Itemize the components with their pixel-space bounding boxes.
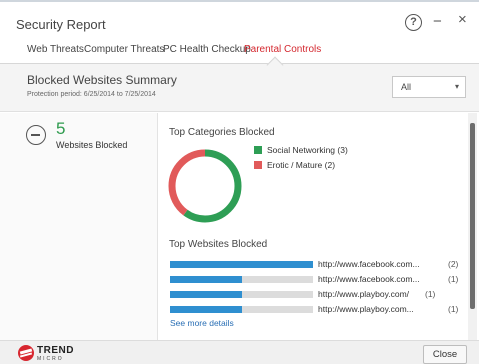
website-bar-fill <box>170 291 242 298</box>
content-scrollbar[interactable] <box>468 113 477 340</box>
websites-heading: Top Websites Blocked <box>169 239 268 250</box>
help-icon[interactable]: ? <box>405 14 422 31</box>
website-url: http://www.facebook.com... <box>318 274 420 284</box>
block-icon <box>26 125 46 145</box>
website-bar-track <box>170 261 313 268</box>
minimize-button[interactable]: − <box>433 13 442 30</box>
legend-swatch <box>254 161 262 169</box>
website-count: (1) <box>448 274 459 284</box>
tab-bar: Web Threats Computer Threats PC Health C… <box>0 38 479 64</box>
legend-swatch <box>254 146 262 154</box>
categories-heading: Top Categories Blocked <box>169 127 275 138</box>
website-bar-track <box>170 306 313 313</box>
legend-count: (2) <box>324 160 336 170</box>
filter-dropdown[interactable]: All ▾ <box>392 76 466 98</box>
categories-donut-chart <box>168 149 242 223</box>
website-count: (1) <box>425 289 436 299</box>
security-report-window: Security Report ? − × Web Threats Comput… <box>0 0 479 364</box>
scrollbar-thumb[interactable] <box>470 123 475 309</box>
footer: TREND MICRO Close <box>0 340 479 364</box>
website-url: http://www.playboy.com... <box>318 304 414 314</box>
tab-web-threats[interactable]: Web Threats <box>27 44 84 55</box>
legend-count: (3) <box>337 145 348 155</box>
categories-legend: Social Networking (3) Erotic / Mature (2… <box>254 146 348 176</box>
summary-header: Blocked Websites Summary Protection peri… <box>0 64 479 112</box>
website-row: http://www.facebook.com... (2) <box>170 259 468 271</box>
see-more-details-link[interactable]: See more details <box>170 318 234 328</box>
website-count: (1) <box>448 304 459 314</box>
website-url: http://www.facebook.com... <box>318 259 420 269</box>
blocked-stats-panel: 5 Websites Blocked <box>0 113 158 340</box>
summary-title: Blocked Websites Summary <box>27 73 177 87</box>
protection-period: Protection period: 6/25/2014 to 7/25/201… <box>27 91 156 98</box>
logo-subtext: MICRO <box>37 356 64 362</box>
website-bar-track <box>170 276 313 283</box>
website-bar-fill <box>170 261 313 268</box>
blocked-count: 5 <box>56 119 66 138</box>
trend-micro-logo-icon <box>18 345 34 361</box>
legend-label: Erotic / Mature <box>267 160 323 170</box>
website-count: (2) <box>448 259 459 269</box>
close-button[interactable]: Close <box>423 345 467 364</box>
website-row: http://www.playboy.com... (1) <box>170 304 468 316</box>
tab-pc-health-checkup[interactable]: PC Health Checkup <box>163 44 251 55</box>
close-window-button[interactable]: × <box>458 11 467 28</box>
window-title: Security Report <box>16 17 106 32</box>
blocked-label: Websites Blocked <box>56 140 128 150</box>
legend-label: Social Networking <box>267 145 336 155</box>
tab-parental-controls[interactable]: Parental Controls <box>244 44 321 55</box>
website-row: http://www.facebook.com... (1) <box>170 274 468 286</box>
report-content: Top Categories Blocked Social Networking… <box>158 113 468 340</box>
tab-computer-threats[interactable]: Computer Threats <box>84 44 164 55</box>
legend-item-erotic-mature: Erotic / Mature (2) <box>254 161 348 176</box>
website-bar-fill <box>170 306 242 313</box>
legend-item-social-networking: Social Networking (3) <box>254 146 348 161</box>
website-bar-track <box>170 291 313 298</box>
website-row: http://www.playboy.com/ (1) <box>170 289 468 301</box>
filter-value: All <box>401 82 412 92</box>
website-url: http://www.playboy.com/ <box>318 289 410 299</box>
chevron-down-icon: ▾ <box>454 82 459 91</box>
title-bar: Security Report ? − × <box>0 4 479 38</box>
logo-text: TREND <box>37 345 74 356</box>
website-bar-fill <box>170 276 242 283</box>
